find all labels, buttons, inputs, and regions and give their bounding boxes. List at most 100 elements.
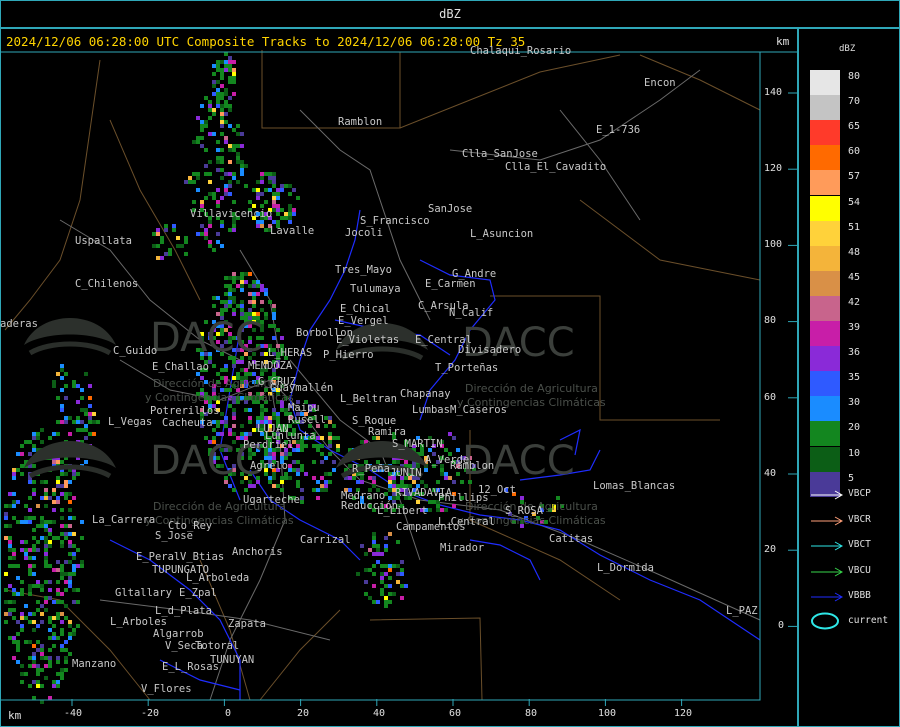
radar-echo-pixel — [240, 272, 244, 276]
radar-echo-pixel — [28, 508, 32, 512]
radar-echo-pixel — [8, 492, 12, 496]
radar-echo-pixel — [372, 540, 376, 544]
radar-echo-pixel — [60, 668, 64, 672]
radar-echo-pixel — [68, 544, 72, 548]
radar-echo-pixel — [192, 180, 196, 184]
radar-echo-pixel — [312, 460, 316, 464]
radar-echo-pixel — [292, 468, 296, 472]
radar-echo-pixel — [48, 544, 52, 548]
place-label: Agrelo — [250, 460, 288, 472]
radar-echo-pixel — [380, 564, 384, 568]
radar-echo-pixel — [244, 488, 248, 492]
radar-echo-pixel — [56, 612, 60, 616]
radar-echo-pixel — [220, 68, 224, 72]
radar-echo-pixel — [372, 544, 376, 548]
radar-echo-pixel — [52, 536, 56, 540]
department-boundary — [399, 54, 621, 129]
radar-echo-pixel — [52, 500, 56, 504]
radar-echo-pixel — [240, 172, 244, 176]
legend-swatch — [810, 346, 840, 372]
radar-echo-pixel — [72, 572, 76, 576]
radar-echo-pixel — [32, 664, 36, 668]
radar-echo-pixel — [384, 548, 388, 552]
radar-echo-pixel — [216, 60, 220, 64]
radar-echo-pixel — [224, 308, 228, 312]
radar-echo-pixel — [372, 552, 376, 556]
radar-echo-pixel — [48, 648, 52, 652]
legend-swatch — [810, 371, 840, 397]
radar-echo-pixel — [240, 368, 244, 372]
radar-echo-pixel — [272, 180, 276, 184]
place-label: Campamentos — [396, 521, 466, 533]
radar-echo-pixel — [56, 616, 60, 620]
radar-echo-pixel — [20, 664, 24, 668]
place-label: E_Chical — [340, 303, 391, 315]
radar-echo-pixel — [56, 600, 60, 604]
legend-swatch — [810, 95, 840, 121]
radar-echo-pixel — [64, 532, 68, 536]
radar-echo-pixel — [60, 408, 64, 412]
radar-echo-pixel — [232, 300, 236, 304]
place-label: Divisadero — [458, 344, 522, 356]
radar-echo-pixel — [272, 484, 276, 488]
legend-swatch — [810, 396, 840, 422]
radar-echo-pixel — [52, 632, 56, 636]
radar-echo-pixel — [240, 280, 244, 284]
radar-echo-pixel — [12, 616, 16, 620]
radar-echo-pixel — [216, 64, 220, 68]
radar-echo-pixel — [220, 132, 224, 136]
radar-echo-pixel — [52, 616, 56, 620]
radar-echo-pixel — [60, 628, 64, 632]
radar-echo-pixel — [228, 60, 232, 64]
place-label: C_Guido — [113, 345, 158, 357]
radar-echo-pixel — [44, 544, 48, 548]
radar-echo-pixel — [28, 584, 32, 588]
radar-echo-pixel — [60, 648, 64, 652]
place-label: JUNIN — [390, 467, 422, 479]
radar-echo-pixel — [64, 668, 68, 672]
place-label: Ramblon — [338, 116, 383, 128]
place-label: Lavalle — [270, 225, 315, 237]
radar-echo-pixel — [248, 484, 252, 488]
radar-echo-pixel — [324, 484, 328, 488]
radar-echo-pixel — [40, 700, 44, 704]
radar-echo-pixel — [40, 496, 44, 500]
radar-echo-pixel — [232, 60, 236, 64]
radar-echo-pixel — [24, 548, 28, 552]
radar-echo-pixel — [8, 544, 12, 548]
radar-echo-pixel — [272, 408, 276, 412]
radar-echo-pixel — [256, 192, 260, 196]
radar-echo-pixel — [32, 556, 36, 560]
radar-echo-pixel — [240, 432, 244, 436]
radar-echo-pixel — [248, 416, 252, 420]
radar-echo-pixel — [24, 616, 28, 620]
place-label: 12_Oct — [478, 484, 516, 496]
radar-echo-pixel — [36, 684, 40, 688]
place-label: La_Carrera — [92, 514, 156, 526]
radar-echo-pixel — [184, 240, 188, 244]
radar-echo-pixel — [228, 192, 232, 196]
radar-echo-pixel — [368, 548, 372, 552]
radar-echo-pixel — [212, 420, 216, 424]
radar-echo-pixel — [388, 576, 392, 580]
radar-echo-pixel — [256, 180, 260, 184]
radar-echo-pixel — [64, 496, 68, 500]
radar-echo-pixel — [292, 208, 296, 212]
radar-echo-pixel — [232, 488, 236, 492]
radar-echo-pixel — [228, 56, 232, 60]
radar-echo-pixel — [208, 172, 212, 176]
radar-echo-pixel — [228, 68, 232, 72]
radar-echo-pixel — [76, 400, 80, 404]
radar-echo-pixel — [312, 488, 316, 492]
radar-echo-pixel — [216, 104, 220, 108]
radar-echo-pixel — [272, 324, 276, 328]
radar-echo-pixel — [252, 188, 256, 192]
place-label: Ramira — [368, 426, 406, 438]
radar-echo-pixel — [188, 180, 192, 184]
radar-echo-pixel — [220, 412, 224, 416]
legend-level-label: 48 — [848, 246, 861, 258]
radar-echo-pixel — [208, 192, 212, 196]
radar-echo-pixel — [200, 224, 204, 228]
radar-echo-pixel — [288, 216, 292, 220]
radar-echo-pixel — [232, 200, 236, 204]
